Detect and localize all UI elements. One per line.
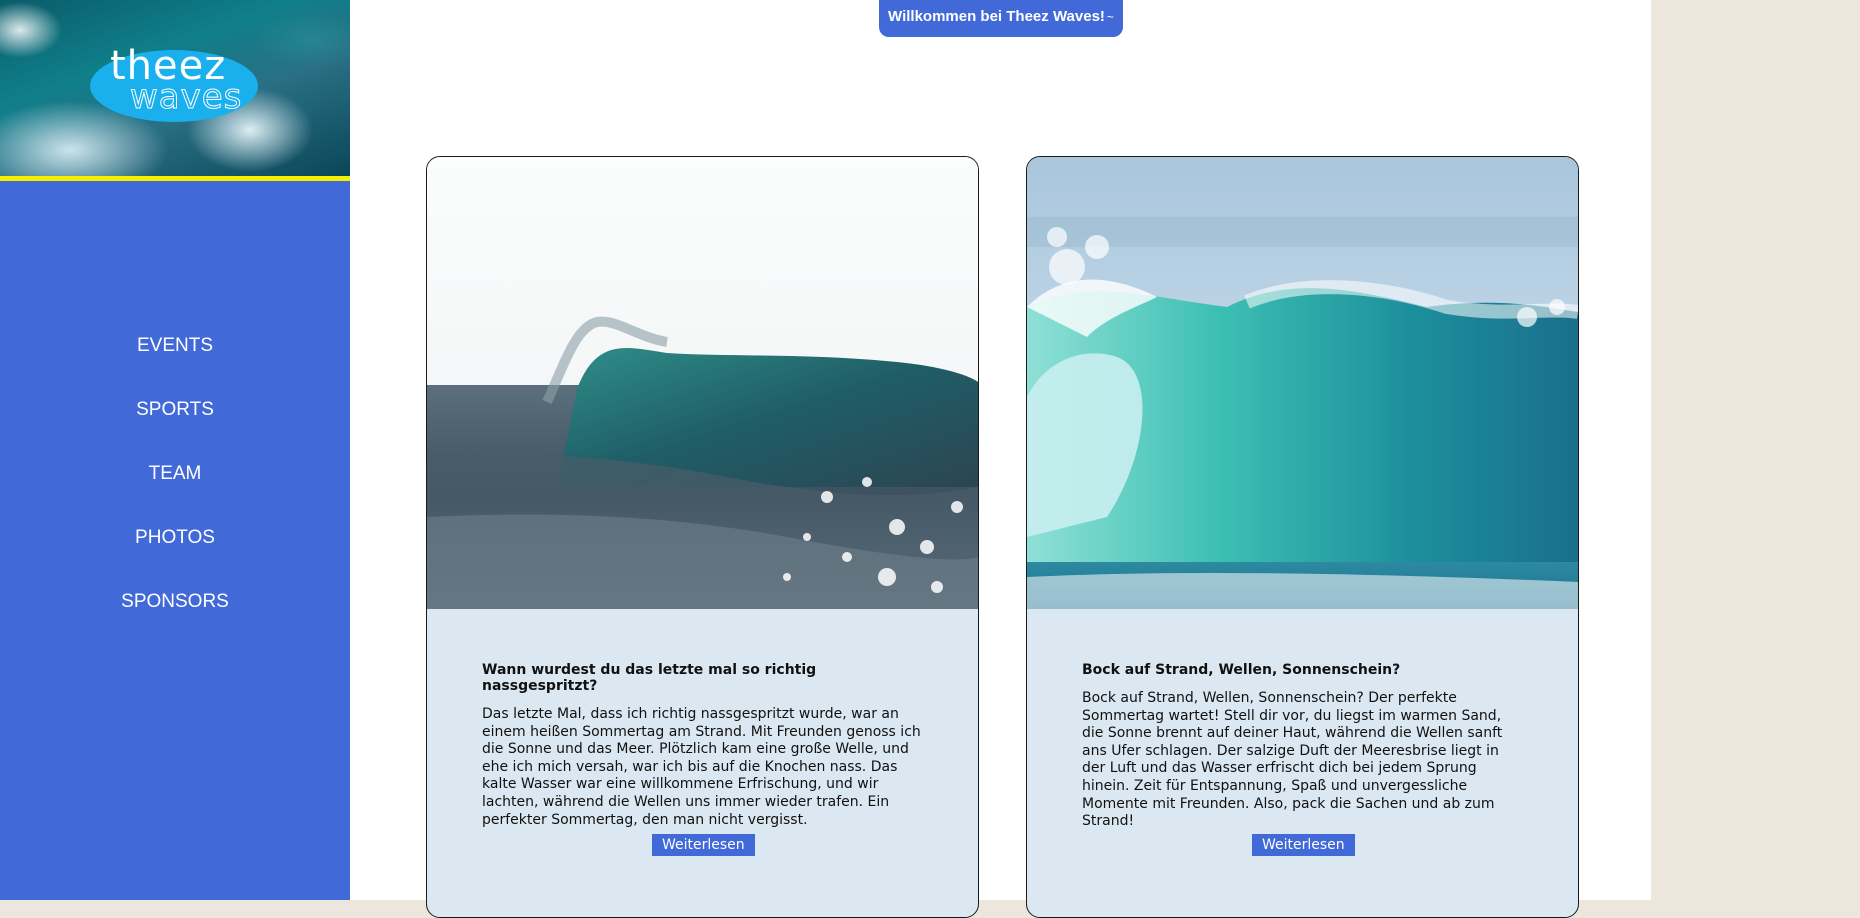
wave-icon: ~	[1106, 10, 1114, 24]
article-card-1: Wann wurdest du das letzte mal so richti…	[426, 156, 979, 918]
nav-item-sports[interactable]: SPORTS	[0, 392, 350, 456]
card-text: Das letzte Mal, dass ich richtig nassges…	[482, 706, 921, 828]
card-body: Bock auf Strand, Wellen, Sonnenschein? B…	[1082, 662, 1522, 831]
turquoise-wave-image	[1027, 157, 1578, 609]
logo-text-waves: waves	[129, 77, 243, 117]
nav-item-team[interactable]: TEAM	[0, 456, 350, 520]
yellow-divider	[0, 176, 350, 181]
card-title: Bock auf Strand, Wellen, Sonnenschein?	[1082, 662, 1401, 678]
main-nav: EVENTS SPORTS TEAM PHOTOS SPONSORS	[0, 328, 350, 648]
read-more-button[interactable]: Weiterlesen	[1252, 834, 1355, 856]
welcome-text: Willkommen bei Theez Waves!	[888, 8, 1105, 25]
sidebar: theez waves EVENTS SPORTS TEAM PHOTOS SP…	[0, 0, 350, 900]
article-card-2: Bock auf Strand, Wellen, Sonnenschein? B…	[1026, 156, 1579, 918]
nav-item-sponsors[interactable]: SPONSORS	[0, 584, 350, 648]
read-more-button[interactable]: Weiterlesen	[652, 834, 755, 856]
card-text: Bock auf Strand, Wellen, Sonnenschein? D…	[1082, 690, 1503, 830]
nav-item-events[interactable]: EVENTS	[0, 328, 350, 392]
card-body: Wann wurdest du das letzte mal so richti…	[482, 662, 922, 829]
nav-item-photos[interactable]: PHOTOS	[0, 520, 350, 584]
card-title: Wann wurdest du das letzte mal so richti…	[482, 662, 817, 694]
logo-header-image: theez waves	[0, 0, 350, 176]
dark-ocean-wave-image	[427, 157, 978, 609]
welcome-banner: Willkommen bei Theez Waves! ~	[879, 0, 1123, 37]
